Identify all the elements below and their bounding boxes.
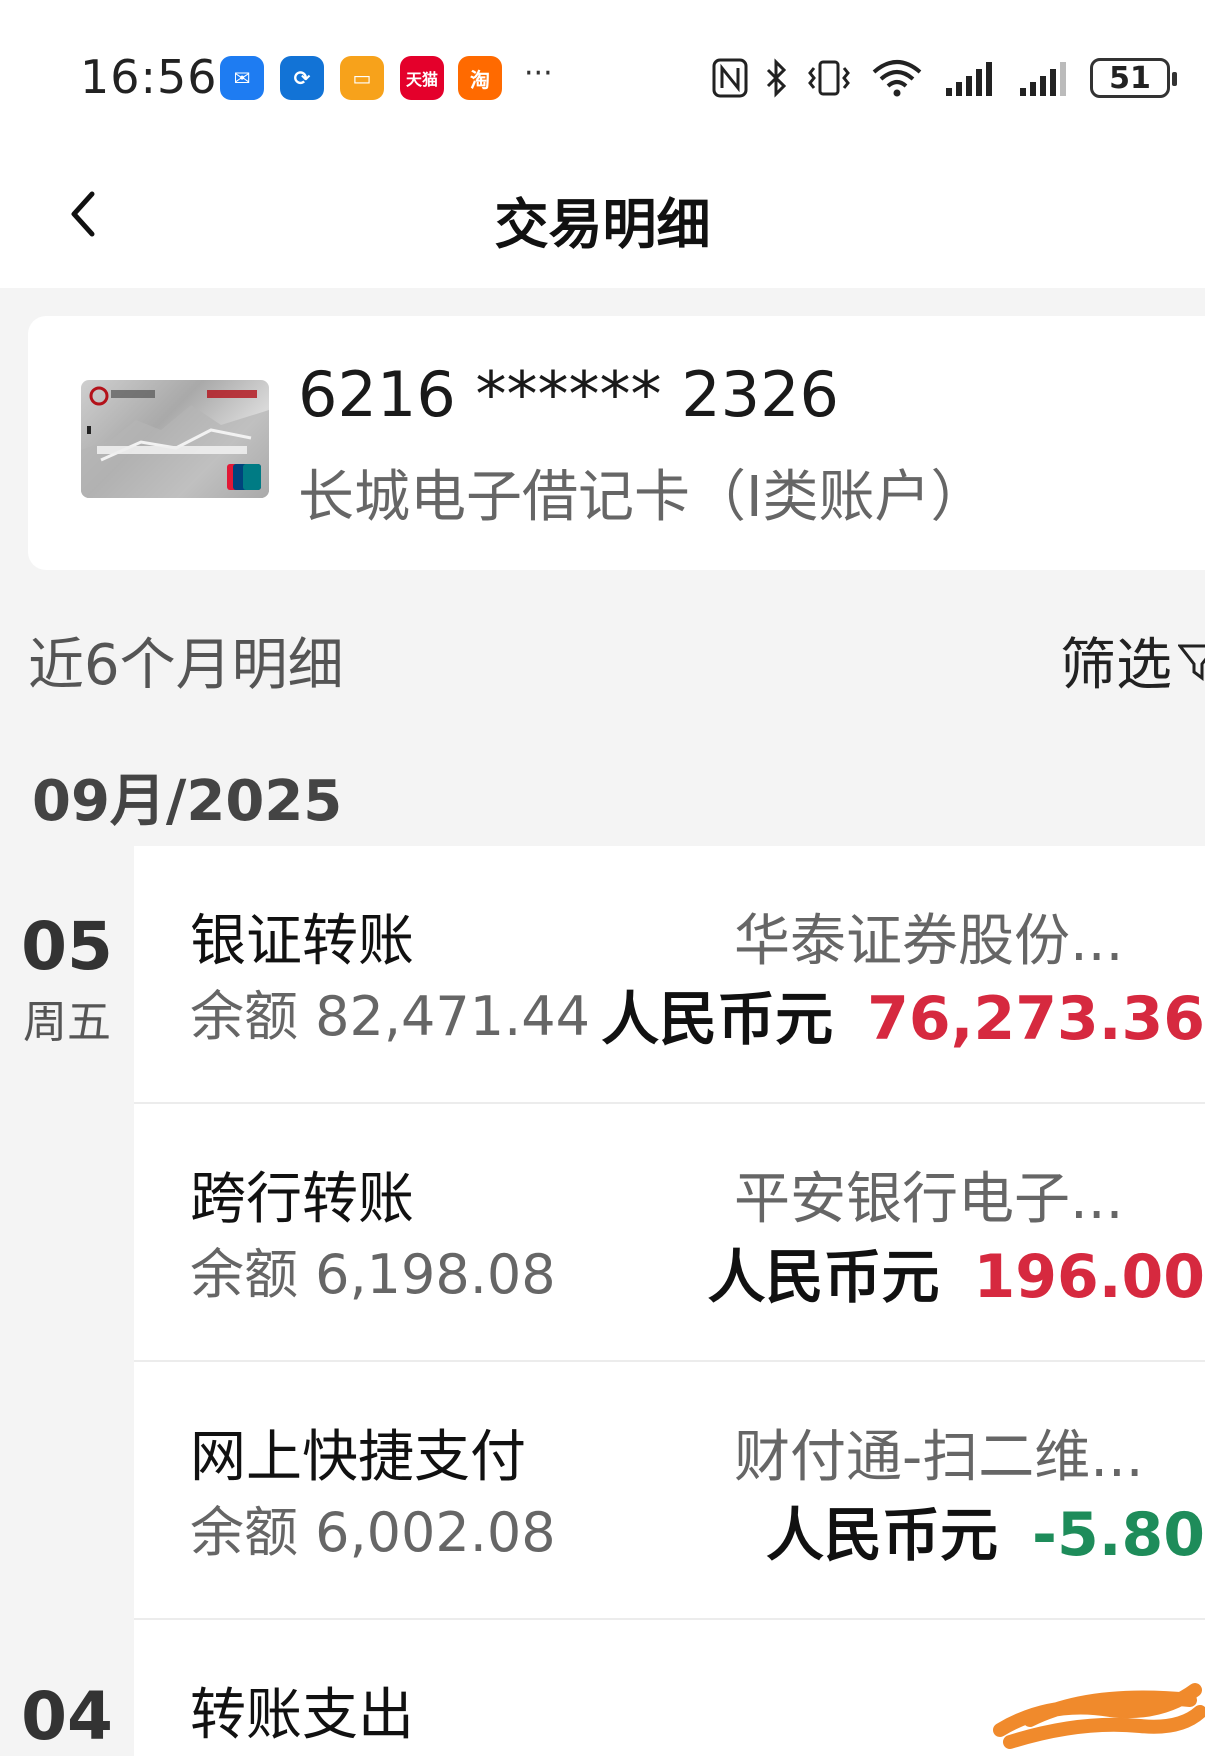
transaction-type: 银证转账: [190, 909, 414, 974]
month-label: 09月/2025: [32, 769, 343, 834]
transaction-counterparty: 华泰证券股份...: [734, 909, 1124, 974]
transaction-currency: 人民币元: [601, 985, 834, 1053]
day-weekday: 周五: [23, 997, 111, 1048]
page-title: 交易明细: [494, 193, 711, 256]
card-type: 长城电子借记卡（I类账户）: [298, 465, 987, 530]
transaction-counterparty: 平安银行电子...: [734, 1167, 1124, 1232]
transaction-type: 转账支出: [190, 1683, 414, 1748]
notes-app-icon: ▭: [340, 56, 384, 100]
transaction-type: 跨行转账: [190, 1167, 414, 1232]
day-group-04: 04: [0, 1684, 134, 1750]
signal-2-icon: [1020, 62, 1066, 96]
nfc-icon: [712, 58, 748, 98]
period-label: 近6个月明细: [28, 633, 344, 698]
great-wall-card-art-icon: [81, 386, 269, 498]
transaction-amount: 196.00: [973, 1242, 1205, 1312]
day-number: 04: [21, 1678, 113, 1755]
filter-button[interactable]: 筛选: [1060, 620, 1205, 701]
transaction-row[interactable]: 网上快捷支付 余额 6,002.08 财付通-扫二维... 人民币元 -5.80: [134, 1362, 1205, 1618]
filter-label: 筛选: [1060, 633, 1172, 698]
transaction-balance: 余额 6,002.08: [190, 1501, 556, 1564]
day-group-05: 05 周五: [0, 914, 134, 1050]
bluetooth-icon: [766, 58, 787, 98]
account-card[interactable]: 6216 ****** 2326 长城电子借记卡（I类账户）: [28, 316, 1205, 570]
signal-1-icon: [946, 62, 992, 96]
transaction-amount-group: 人民币元 76,273.36: [601, 972, 1205, 1056]
tmall-app-icon: 天猫: [400, 56, 444, 100]
transaction-balance: 余额 82,471.44: [190, 985, 590, 1048]
more-notifications-icon: ···: [524, 56, 553, 91]
battery-indicator: 51: [1090, 58, 1177, 98]
page-header: 交易明细: [0, 150, 1205, 288]
redaction-scribble: [993, 1683, 1205, 1749]
card-number: 6216 ****** 2326: [298, 358, 839, 431]
taobao-app-icon: 淘: [458, 56, 502, 100]
bank-card-image: [81, 380, 269, 498]
status-bar: 16:56 ✉ ⟳ ▭ 天猫 淘 ··· 51: [0, 0, 1205, 150]
transaction-currency: 人民币元: [766, 1501, 999, 1569]
transaction-balance: 余额 6,198.08: [190, 1243, 556, 1306]
transaction-type: 网上快捷支付: [190, 1425, 526, 1490]
transaction-counterparty: 财付通-扫二维...: [734, 1425, 1144, 1490]
transaction-amount: -5.80: [1032, 1500, 1205, 1570]
transaction-amount-group: 人民币元 196.00: [707, 1230, 1205, 1314]
filter-funnel-icon: [1178, 644, 1205, 681]
day-number: 05: [21, 908, 113, 985]
month-header: 09月/2025: [0, 736, 1205, 846]
wifi-icon: [872, 60, 922, 97]
sync-app-icon: ⟳: [280, 56, 324, 100]
transaction-currency: 人民币元: [707, 1243, 940, 1311]
transaction-amount: 76,273.36: [867, 984, 1205, 1054]
mail-app-icon: ✉: [220, 56, 264, 100]
vibrate-icon: [808, 60, 850, 96]
status-time: 16:56: [80, 50, 218, 104]
transaction-amount-group: 人民币元 -5.80: [766, 1488, 1205, 1572]
transaction-list: 05 周五 04 银证转账 余额 82,471.44 华泰证券股份... 人民币…: [0, 846, 1205, 1756]
transaction-row[interactable]: 银证转账 余额 82,471.44 华泰证券股份... 人民币元 76,273.…: [134, 846, 1205, 1102]
transaction-row[interactable]: 跨行转账 余额 6,198.08 平安银行电子... 人民币元 196.00: [134, 1104, 1205, 1360]
